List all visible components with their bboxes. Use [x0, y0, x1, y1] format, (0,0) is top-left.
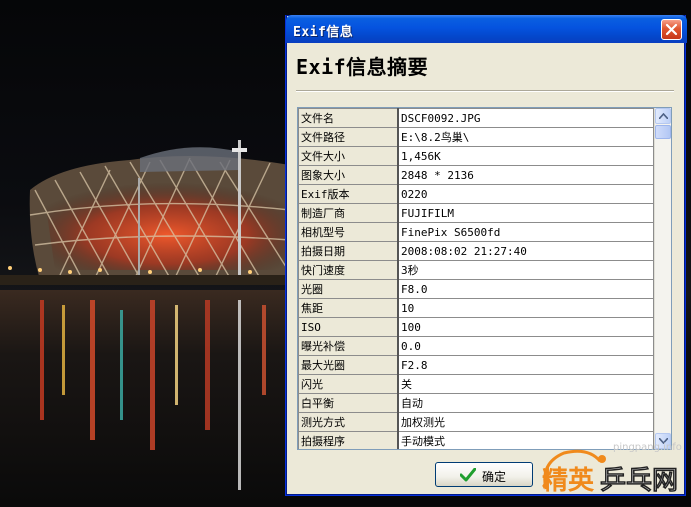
- checkmark-icon: [460, 468, 476, 482]
- exif-row[interactable]: 测光方式 加权测光: [298, 412, 654, 432]
- exif-row[interactable]: 白平衡 自动: [298, 393, 654, 413]
- exif-field-name: 测光方式: [298, 412, 399, 432]
- separator: [296, 90, 674, 92]
- exif-field-value[interactable]: 100: [397, 317, 654, 337]
- scroll-thumb[interactable]: [655, 125, 671, 139]
- title-bar[interactable]: Exif信息: [286, 15, 687, 43]
- exif-field-name: 最大光圈: [298, 355, 399, 375]
- dialog-heading: Exif信息摘要: [296, 55, 429, 79]
- exif-field-name: 文件大小: [298, 146, 399, 166]
- exif-field-name: 拍摄日期: [298, 241, 399, 261]
- exif-row[interactable]: 文件名 DSCF0092.JPG: [298, 108, 654, 128]
- exif-row[interactable]: Exif版本 0220: [298, 184, 654, 204]
- exif-row[interactable]: 相机型号 FinePix S6500fd: [298, 222, 654, 242]
- exif-field-value[interactable]: 1,456K: [397, 146, 654, 166]
- arrow-up-icon: [659, 113, 668, 119]
- exif-row[interactable]: 快门速度 3秒: [298, 260, 654, 280]
- scroll-up-button[interactable]: [655, 108, 671, 124]
- exif-field-value[interactable]: 2008:08:02 21:27:40: [397, 241, 654, 261]
- close-button[interactable]: [661, 19, 682, 40]
- window-title: Exif信息: [293, 25, 354, 40]
- exif-field-value[interactable]: 0.0: [397, 336, 654, 356]
- exif-field-name: 相机型号: [298, 222, 399, 242]
- exif-field-value[interactable]: FUJIFILM: [397, 203, 654, 223]
- exif-row[interactable]: 文件大小 1,456K: [298, 146, 654, 166]
- exif-field-value[interactable]: 0220: [397, 184, 654, 204]
- exif-field-name: 白平衡: [298, 393, 399, 413]
- vertical-scrollbar[interactable]: [654, 108, 671, 449]
- exif-dialog: Exif信息 Exif信息摘要 文件名 DSCF0092.JPG 文件路径 E:\8.…: [285, 15, 687, 496]
- exif-field-name: 曝光补偿: [298, 336, 399, 356]
- exif-row[interactable]: 图象大小 2848 * 2136: [298, 165, 654, 185]
- exif-field-value[interactable]: 自动: [397, 393, 654, 413]
- exif-field-name: 焦距: [298, 298, 399, 318]
- exif-field-value[interactable]: E:\8.2鸟巢\: [397, 127, 654, 147]
- exif-table: 文件名 DSCF0092.JPG 文件路径 E:\8.2鸟巢\ 文件大小 1,456K 图象…: [298, 108, 654, 449]
- exif-row[interactable]: 拍摄日期 2008:08:02 21:27:40: [298, 241, 654, 261]
- exif-row[interactable]: 制造厂商 FUJIFILM: [298, 203, 654, 223]
- close-icon: [665, 23, 678, 36]
- exif-field-value[interactable]: F2.8: [397, 355, 654, 375]
- exif-field-value[interactable]: 2848 * 2136: [397, 165, 654, 185]
- exif-field-value[interactable]: F8.0: [397, 279, 654, 299]
- exif-field-name: 文件名: [298, 108, 399, 128]
- ok-button[interactable]: 确定: [435, 462, 533, 487]
- exif-row[interactable]: 焦距 10: [298, 298, 654, 318]
- exif-field-value[interactable]: 关: [397, 374, 654, 394]
- exif-field-name: 图象大小: [298, 165, 399, 185]
- ok-label: 确定: [482, 470, 507, 484]
- exif-field-value[interactable]: DSCF0092.JPG: [397, 108, 654, 128]
- exif-row[interactable]: 文件路径 E:\8.2鸟巢\: [298, 127, 654, 147]
- watermark-logo: 精英 乒乓网: [538, 445, 688, 507]
- exif-field-name: 制造厂商: [298, 203, 399, 223]
- logo-text-1: 精英: [542, 466, 595, 496]
- exif-row[interactable]: ISO 100: [298, 317, 654, 337]
- exif-field-name: 光圈: [298, 279, 399, 299]
- exif-row[interactable]: 光圈 F8.0: [298, 279, 654, 299]
- exif-row[interactable]: 闪光关: [298, 374, 654, 394]
- exif-field-name: ISO: [298, 317, 399, 337]
- exif-field-name: 闪光: [298, 374, 399, 394]
- logo-text-2: 乒乓网: [600, 466, 678, 496]
- exif-field-name: 拍摄程序: [298, 431, 399, 449]
- exif-grid[interactable]: 文件名 DSCF0092.JPG 文件路径 E:\8.2鸟巢\ 文件大小 1,456K 图象…: [297, 107, 672, 450]
- exif-field-name: 快门速度: [298, 260, 399, 280]
- exif-field-name: 文件路径: [298, 127, 399, 147]
- exif-field-value[interactable]: FinePix S6500fd: [397, 222, 654, 242]
- exif-field-value[interactable]: 10: [397, 298, 654, 318]
- exif-field-value[interactable]: 加权测光: [397, 412, 654, 432]
- exif-field-name: Exif版本: [298, 184, 399, 204]
- exif-field-value[interactable]: 3秒: [397, 260, 654, 280]
- exif-row[interactable]: 最大光圈 F2.8: [298, 355, 654, 375]
- exif-row[interactable]: 曝光补偿 0.0: [298, 336, 654, 356]
